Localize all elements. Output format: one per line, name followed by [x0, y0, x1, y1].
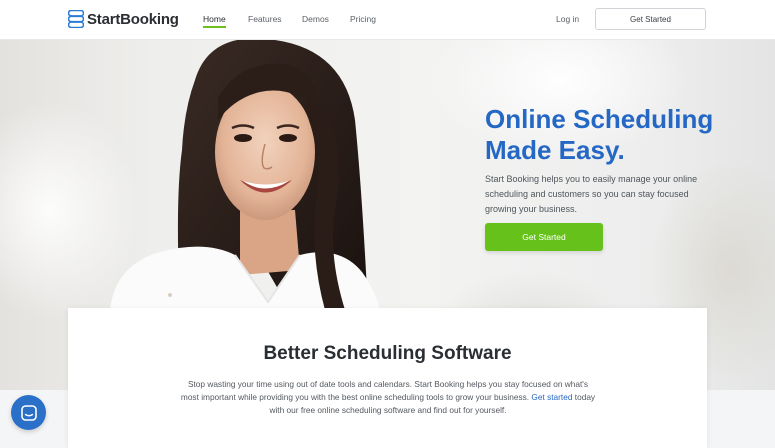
hero-woman-photo [110, 40, 380, 310]
get-started-nav-button[interactable]: Get Started [595, 8, 706, 30]
hero-headline: Online Scheduling Made Easy. [485, 104, 714, 165]
nav-pricing-link[interactable]: Pricing [350, 14, 376, 24]
chat-launcher-button[interactable] [11, 395, 46, 430]
hero-description: Start Booking helps you to easily manage… [485, 174, 698, 214]
nav-demos-link[interactable]: Demos [302, 14, 329, 24]
brand-logo[interactable]: StartBooking [68, 10, 179, 28]
top-navigation: StartBooking Home Features Demos Pricing… [0, 0, 775, 40]
nav-features-link[interactable]: Features [248, 14, 282, 24]
feature-title: Better Scheduling Software [263, 343, 512, 364]
nav-home-link[interactable]: Home [203, 14, 226, 28]
active-nav-indicator [203, 26, 226, 28]
login-link[interactable]: Log in [556, 14, 579, 24]
feature-description: Stop wasting your time using out of date… [180, 379, 596, 415]
chat-icon [20, 404, 37, 421]
feature-card: Better Scheduling Software Stop wasting … [68, 308, 707, 448]
get-started-link[interactable]: Get started [531, 392, 572, 402]
brand-name: StartBooking [87, 10, 179, 28]
get-started-hero-button[interactable]: Get Started [485, 223, 603, 251]
s-logo-icon [68, 10, 84, 28]
